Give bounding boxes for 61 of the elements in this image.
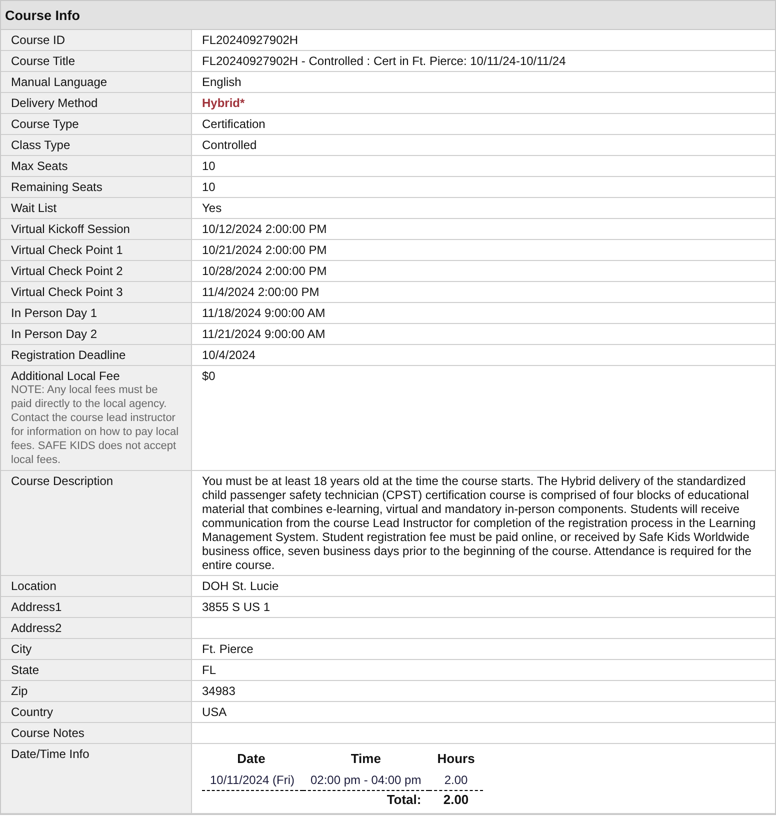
field-value: Yes bbox=[202, 201, 222, 215]
field-value: USA bbox=[202, 705, 227, 719]
field-label: Date/Time Info bbox=[11, 747, 90, 761]
field-label: In Person Day 1 bbox=[11, 306, 98, 320]
field-value: Hybrid* bbox=[202, 96, 245, 110]
field-value: 10 bbox=[202, 180, 216, 194]
field-value: FL20240927902H - Controlled : Cert in Ft. Pierce: 10/11/24-10/11/24 bbox=[202, 54, 566, 68]
field-note: NOTE: Any local fees must be paid directly to the local agency. Contact the course lead instructor for information on how to pay local fees. SAFE KIDS does not accept local fees. bbox=[11, 383, 180, 467]
field-label: Country bbox=[11, 705, 54, 719]
field-label: Registration Deadline bbox=[11, 348, 127, 362]
field-label: Zip bbox=[11, 684, 29, 698]
field-label: Course ID bbox=[11, 33, 66, 47]
field-value: 10 bbox=[202, 159, 216, 173]
total-value: 2.00 bbox=[429, 790, 483, 810]
field-label: Manual Language bbox=[11, 75, 108, 89]
field-label: Course Notes bbox=[11, 726, 86, 740]
field-value: Ft. Pierce bbox=[202, 642, 254, 656]
total-label: Total: bbox=[302, 790, 430, 810]
field-value: DOH St. Lucie bbox=[202, 579, 279, 593]
field-label: Address2 bbox=[11, 621, 63, 635]
column-header: Hours bbox=[436, 750, 476, 768]
field-label: Wait List bbox=[11, 201, 58, 215]
field-label: Virtual Kickoff Session bbox=[11, 222, 131, 236]
field-value: 34983 bbox=[202, 684, 236, 698]
field-value: 10/4/2024 bbox=[202, 348, 256, 362]
field-label: Class Type bbox=[11, 138, 72, 152]
field-label: Course Description bbox=[11, 474, 114, 488]
field-label: Remaining Seats bbox=[11, 180, 104, 194]
field-value: 10/28/2024 2:00:00 PM bbox=[202, 264, 327, 278]
field-value: 11/4/2024 2:00:00 PM bbox=[202, 285, 320, 299]
field-value: FL bbox=[202, 663, 216, 677]
field-value: You must be at least 18 years old at the time the course starts. The Hybrid delivery of the standardized child passenger safety technician (CPST) certification course is comprised of four blocks of educational material that combines e-learning, virtual and mandatory in-person components. Students will receive communication from the course Lead Instructor for completion of the registration process in the Learning Management System. Student registration fee must be paid online, or received by Safe Kids Worldwide business office, seven business days prior to the beginning of the course. Attendance is required for the entire course. bbox=[202, 474, 756, 572]
field-label: City bbox=[11, 642, 33, 656]
field-value: Controlled bbox=[202, 138, 257, 152]
field-value: FL20240927902H bbox=[202, 33, 298, 47]
field-label: Course Type bbox=[11, 117, 80, 131]
field-label: Virtual Check Point 3 bbox=[11, 285, 124, 299]
field-value: Certification bbox=[202, 117, 266, 131]
field-label: Course Title bbox=[11, 54, 76, 68]
table-cell: 2.00 bbox=[429, 771, 483, 790]
table-cell: 02:00 pm - 04:00 pm bbox=[302, 771, 430, 790]
field-label: Address1 bbox=[11, 600, 63, 614]
panel-title: Course Info bbox=[1, 1, 775, 30]
field-label: Virtual Check Point 1 bbox=[11, 243, 124, 257]
field-label: In Person Day 2 bbox=[11, 327, 98, 341]
table-cell: 10/11/2024 (Fri) bbox=[202, 771, 302, 790]
field-value: $0 bbox=[202, 369, 216, 383]
field-label: Delivery Method bbox=[11, 96, 99, 110]
field-value: 10/12/2024 2:00:00 PM bbox=[202, 222, 327, 236]
field-label: Additional Local Fee bbox=[11, 369, 121, 383]
field-value: 11/18/2024 9:00:00 AM bbox=[202, 306, 326, 320]
column-header: Time bbox=[350, 750, 382, 768]
column-header: Date bbox=[236, 750, 266, 768]
field-label: Virtual Check Point 2 bbox=[11, 264, 124, 278]
field-label: Location bbox=[11, 579, 58, 593]
field-label: Max Seats bbox=[11, 159, 69, 173]
field-value: 11/21/2024 9:00:00 AM bbox=[202, 327, 326, 341]
field-value: 10/21/2024 2:00:00 PM bbox=[202, 243, 327, 257]
field-value: 3855 S US 1 bbox=[202, 600, 270, 614]
field-label: State bbox=[11, 663, 40, 677]
field-value: English bbox=[202, 75, 242, 89]
